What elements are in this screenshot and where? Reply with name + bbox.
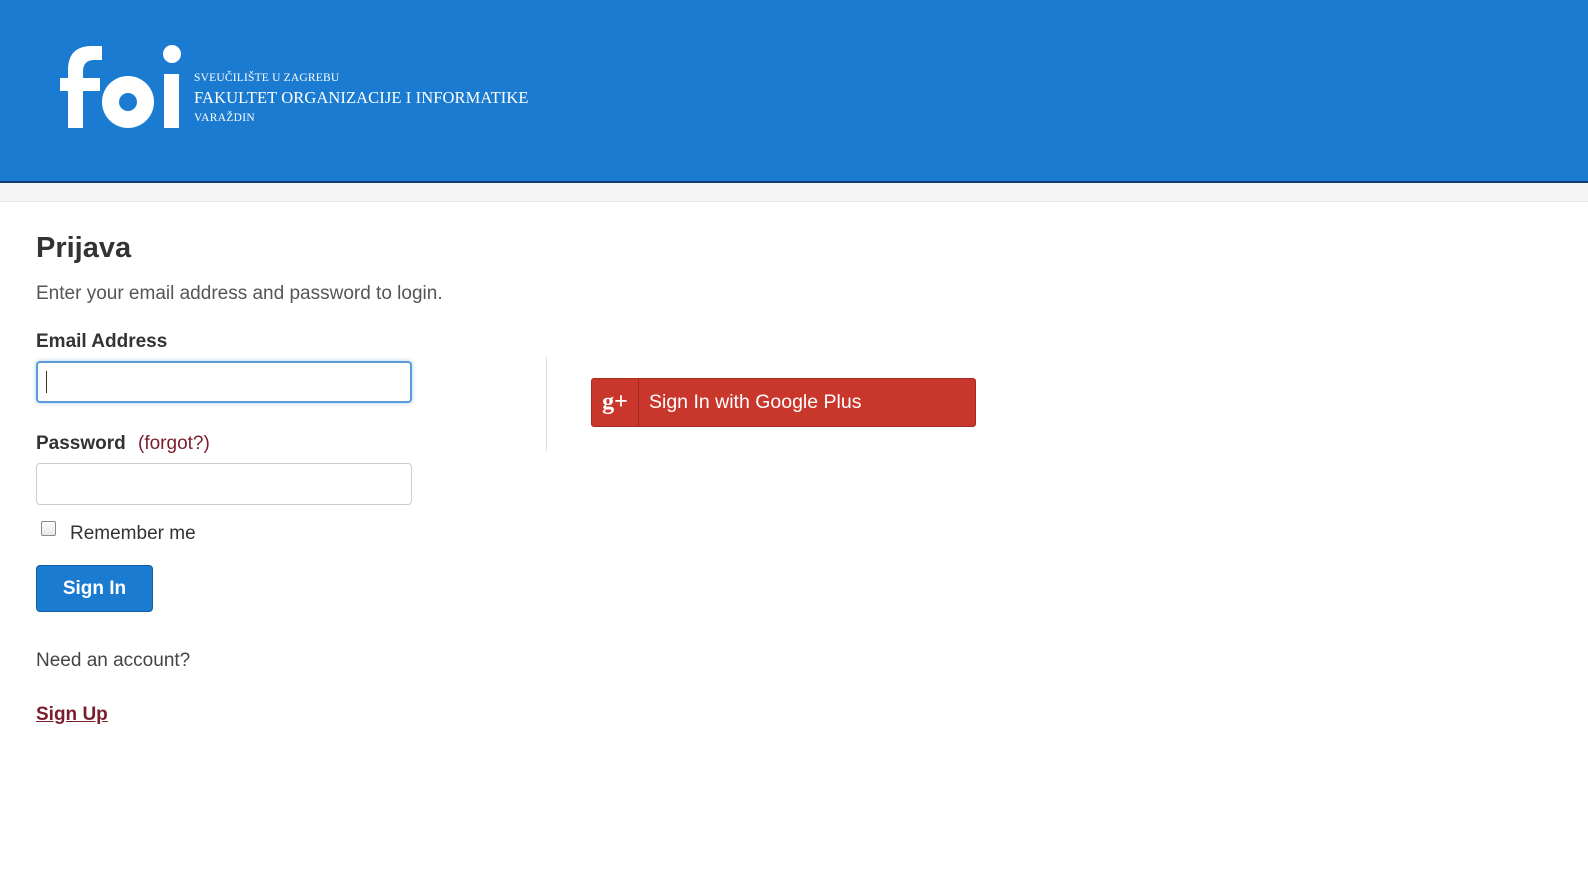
password-label: Password — [36, 433, 126, 454]
remember-me-checkbox[interactable] — [41, 521, 56, 536]
text-caret — [46, 371, 47, 393]
logo-university: SVEUČILIŠTE U ZAGREBU — [194, 72, 340, 84]
google-plus-icon: g+ — [592, 379, 639, 426]
site-header: SVEUČILIŠTE U ZAGREBU FAKULTET ORGANIZAC… — [0, 0, 1588, 183]
foi-logo[interactable]: SVEUČILIŠTE U ZAGREBU FAKULTET ORGANIZAC… — [58, 34, 528, 134]
google-plus-signin-button[interactable]: g+ Sign In with Google Plus — [591, 378, 976, 427]
logo-city: VARAŽDIN — [194, 112, 255, 124]
remember-me[interactable]: Remember me — [41, 518, 196, 545]
vertical-divider — [546, 357, 547, 451]
page-title: Prijava — [36, 232, 132, 264]
sign-in-button[interactable]: Sign In — [36, 565, 153, 612]
password-input[interactable] — [36, 463, 412, 505]
email-input[interactable] — [36, 361, 412, 403]
logo-text: SVEUČILIŠTE U ZAGREBU FAKULTET ORGANIZAC… — [194, 70, 529, 126]
google-plus-signin-label: Sign In with Google Plus — [649, 391, 862, 413]
logo-faculty: FAKULTET ORGANIZACIJE I INFORMATIKE — [194, 88, 529, 107]
foi-logo-mark — [60, 45, 181, 128]
page-subtitle: Enter your email address and password to… — [36, 283, 443, 304]
need-account-text: Need an account? — [36, 650, 191, 671]
email-label: Email Address — [36, 331, 168, 352]
forgot-password-link[interactable]: (forgot?) — [138, 433, 210, 455]
remember-me-label: Remember me — [70, 523, 196, 544]
sub-navbar — [0, 183, 1588, 202]
sign-up-link[interactable]: Sign Up — [36, 704, 108, 726]
